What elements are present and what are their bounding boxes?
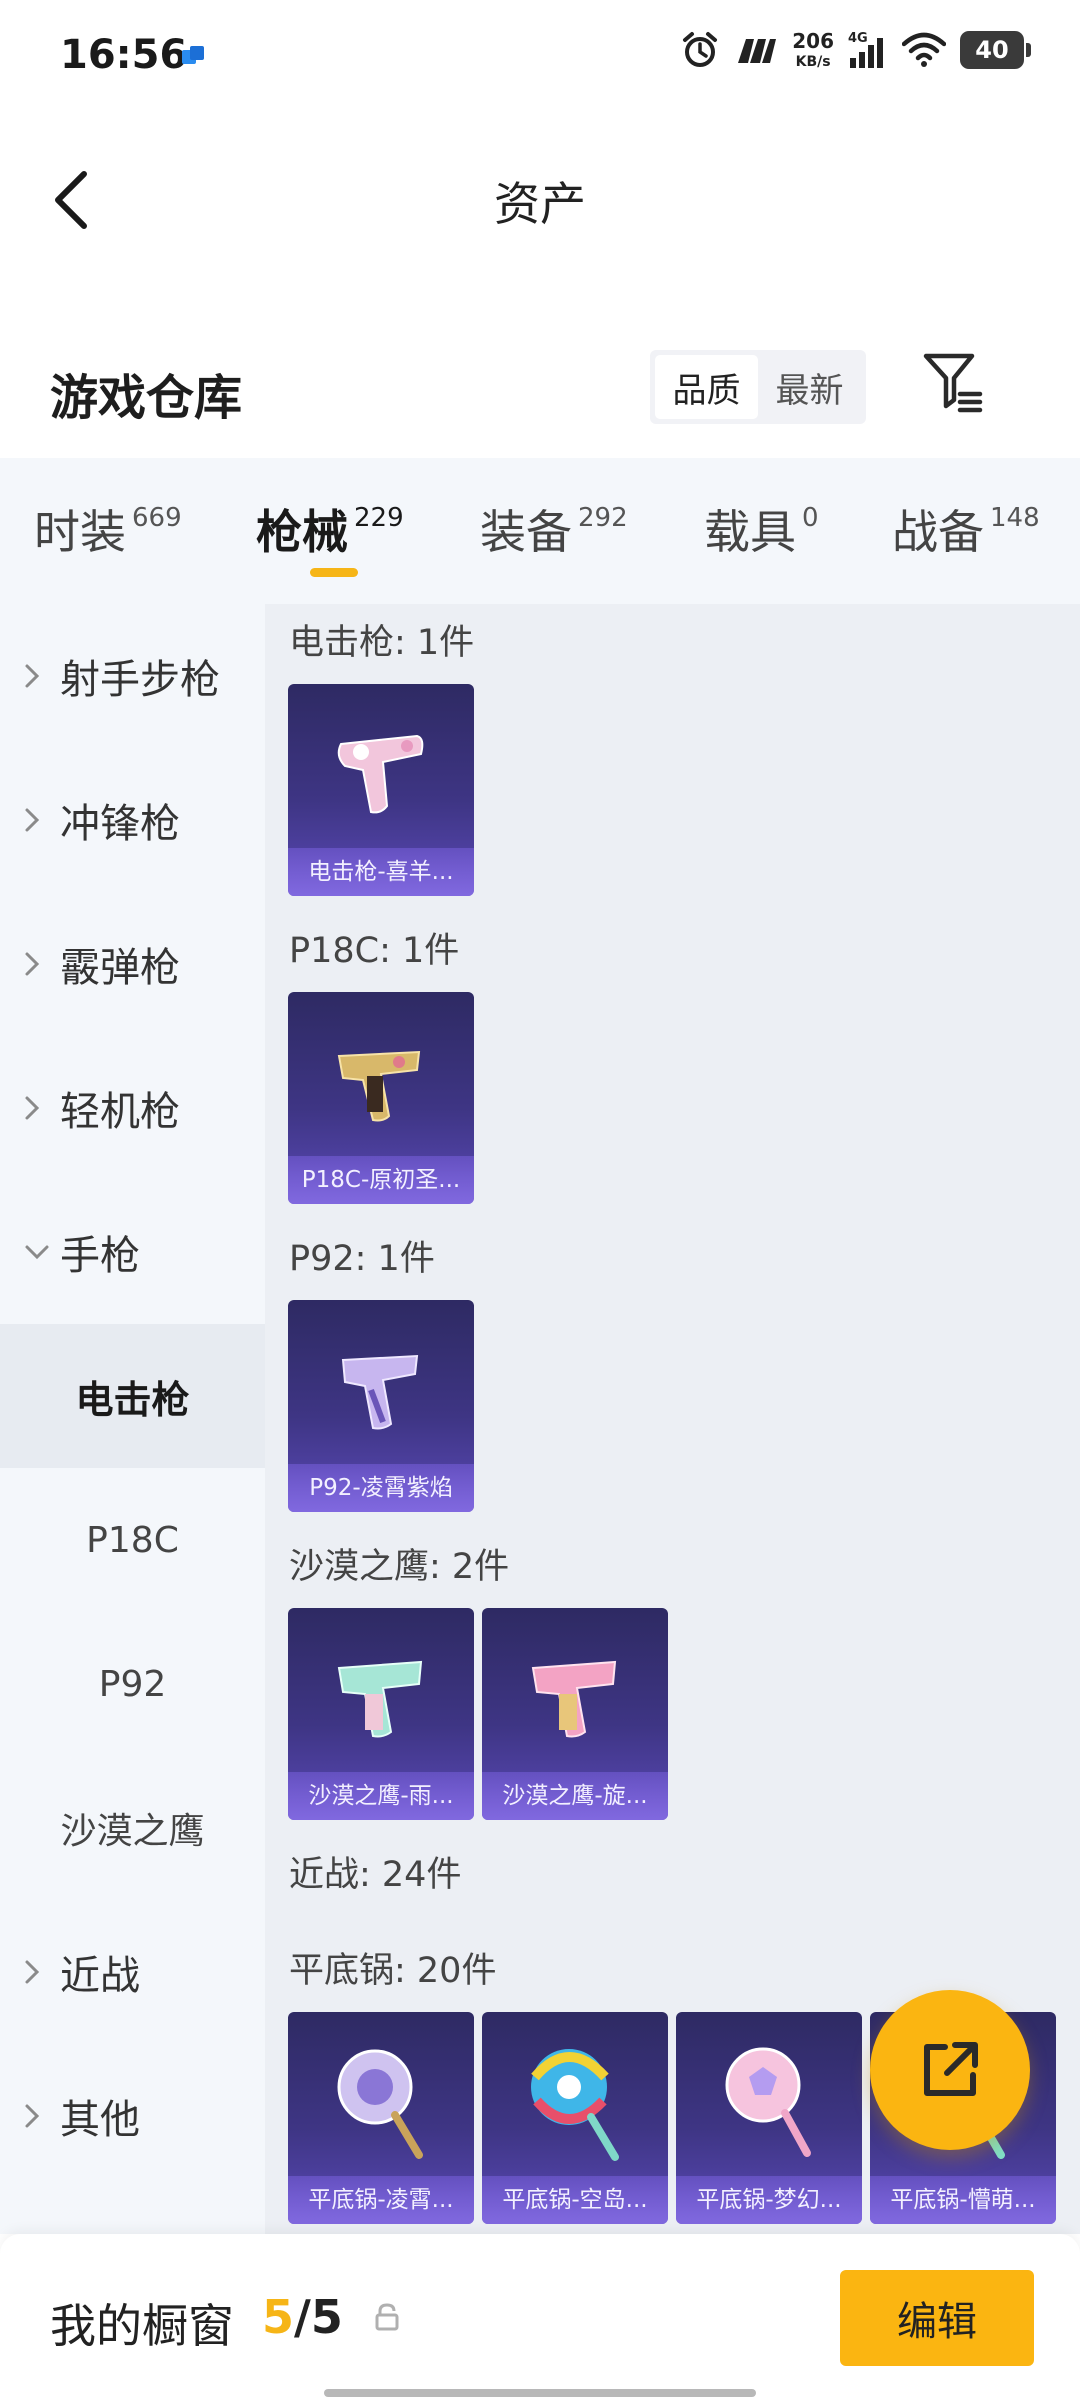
group-title-p92: P92: 1件 — [289, 1239, 435, 1279]
item-name: 平底锅-空岛... — [482, 2176, 668, 2224]
item-card[interactable]: 平底锅-凌霄... — [288, 2012, 474, 2224]
tab-vehicles[interactable]: 载具 0 — [704, 496, 819, 562]
group-title-p18c: P18C: 1件 — [289, 931, 460, 971]
wifi-icon — [902, 32, 946, 67]
group-title-pan: 平底锅: 20件 — [289, 1951, 497, 1991]
lock-icon — [375, 2303, 399, 2331]
chevron-right-icon — [24, 807, 50, 833]
group-title-stun-gun: 电击枪: 1件 — [289, 623, 475, 663]
chevron-down-icon — [24, 1244, 50, 1260]
sidebar-sub-p92[interactable]: P92 — [0, 1612, 265, 1756]
showcase-bar: 我的橱窗 5/5 编辑 — [0, 2234, 1080, 2400]
pistol-skin-icon — [288, 704, 474, 844]
chevron-right-icon — [24, 1095, 50, 1121]
group-title-melee: 近战: 24件 — [289, 1855, 462, 1895]
alarm-icon — [683, 32, 718, 67]
item-name: P92-凌霄紫焰 — [288, 1464, 474, 1512]
status-time: 16:56 — [60, 32, 188, 78]
svg-text:4G: 4G — [848, 31, 868, 46]
filter-icon[interactable] — [918, 348, 988, 418]
item-card[interactable]: 沙漠之鹰-雨... — [288, 1608, 474, 1820]
sidebar-item-other[interactable]: 其他 — [0, 2044, 265, 2188]
tab-indicator — [310, 568, 358, 577]
sort-quality-button[interactable]: 品质 — [655, 355, 758, 419]
item-card[interactable]: 平底锅-空岛... — [482, 2012, 668, 2224]
chevron-right-icon — [24, 2103, 50, 2129]
sidebar-item-lmg[interactable]: 轻机枪 — [0, 1036, 265, 1180]
group-title-desert-eagle: 沙漠之鹰: 2件 — [289, 1547, 510, 1587]
sidebar-item-melee[interactable]: 近战 — [0, 1900, 265, 2044]
tab-fashion[interactable]: 时装 669 — [34, 496, 182, 562]
pistol-skin-icon — [288, 1320, 474, 1460]
sidebar-sub-desert-eagle[interactable]: 沙漠之鹰 — [0, 1756, 265, 1900]
item-card[interactable]: 平底锅-梦幻... — [676, 2012, 862, 2224]
sidebar-sub-stun-gun[interactable]: 电击枪 — [0, 1324, 265, 1468]
app-header: 资产 — [0, 110, 1080, 280]
status-bar: 16:56 206 KB/s 4G 40 — [0, 0, 1080, 110]
item-card[interactable]: P92-凌霄紫焰 — [288, 1300, 474, 1512]
item-card[interactable]: P18C-原初圣... — [288, 992, 474, 1204]
item-name: 电击枪-喜羊... — [288, 848, 474, 896]
chevron-right-icon — [24, 663, 50, 689]
warehouse-title: 游戏仓库 — [50, 370, 243, 426]
sort-toggle: 品质 最新 — [650, 350, 866, 424]
sidebar-item-smg[interactable]: 冲锋枪 — [0, 748, 265, 892]
share-icon — [924, 2042, 978, 2096]
showcase-label: 我的橱窗 — [50, 2299, 234, 2353]
sort-newest-button[interactable]: 最新 — [758, 355, 861, 419]
chevron-right-icon — [24, 951, 50, 977]
item-name: 平底锅-梦幻... — [676, 2176, 862, 2224]
tab-guns[interactable]: 枪械 229 — [256, 496, 404, 562]
status-icons: 206 KB/s 4G 40 — [680, 29, 1031, 70]
item-name: 平底锅-懵萌... — [870, 2176, 1056, 2224]
page-title: 资产 — [494, 177, 586, 231]
showcase-count: 5/5 — [262, 2290, 343, 2344]
hd-icon — [738, 39, 777, 63]
share-button[interactable] — [870, 1990, 1030, 2150]
sidebar-item-shotgun[interactable]: 霰弹枪 — [0, 892, 265, 1036]
pan-skin-icon — [288, 2032, 474, 2172]
pistol-skin-icon — [482, 1628, 668, 1768]
item-card[interactable]: 电击枪-喜羊... — [288, 684, 474, 896]
chevron-right-icon — [24, 1959, 50, 1985]
item-name: 平底锅-凌霄... — [288, 2176, 474, 2224]
pan-skin-icon — [482, 2032, 668, 2172]
category-tabs: 时装 669 枪械 229 装备 292 载具 0 战备 148 — [0, 458, 1080, 604]
item-card[interactable]: 沙漠之鹰-旋... — [482, 1608, 668, 1820]
sidebar-item-marksman-rifle[interactable]: 射手步枪 — [0, 604, 265, 748]
signal-icon: 4G — [848, 31, 883, 68]
home-indicator — [324, 2389, 756, 2397]
sidebar-sub-p18c[interactable]: P18C — [0, 1468, 265, 1612]
item-name: 沙漠之鹰-旋... — [482, 1772, 668, 1820]
item-name: P18C-原初圣... — [288, 1156, 474, 1204]
tab-battle-gear[interactable]: 战备 148 — [892, 496, 1040, 562]
warehouse-header: 游戏仓库 品质 最新 — [0, 340, 1080, 450]
category-sidebar: 射手步枪 冲锋枪 霰弹枪 轻机枪 手枪 电击枪 P18C P92 沙漠之鹰 近战 — [0, 604, 265, 2234]
net-speed: 206 KB/s — [792, 29, 834, 70]
app-notification-icon — [182, 46, 204, 64]
pistol-skin-icon — [288, 1628, 474, 1768]
pan-skin-icon — [676, 2032, 862, 2172]
tab-equipment[interactable]: 装备 292 — [480, 496, 628, 562]
battery-icon: 40 — [960, 31, 1031, 69]
pistol-skin-icon — [288, 1012, 474, 1152]
sidebar-item-pistol[interactable]: 手枪 — [0, 1180, 265, 1324]
edit-button[interactable]: 编辑 — [840, 2270, 1034, 2366]
item-name: 沙漠之鹰-雨... — [288, 1772, 474, 1820]
